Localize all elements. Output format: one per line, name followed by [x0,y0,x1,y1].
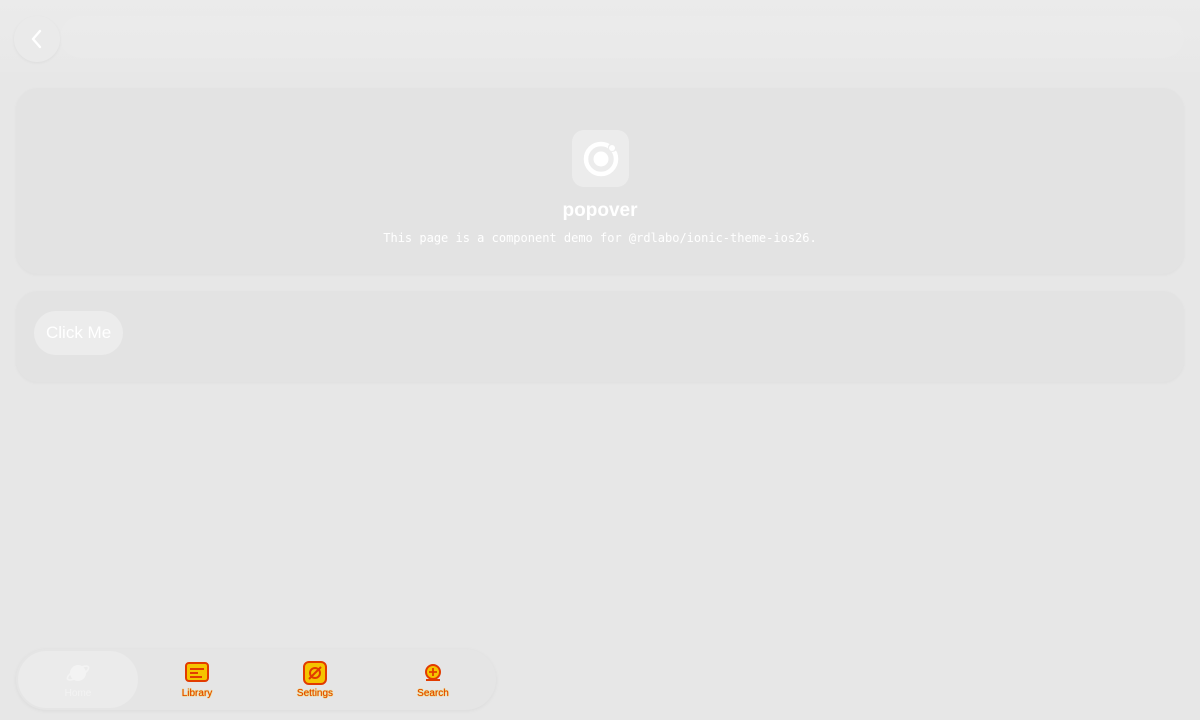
tab-label: Settings [296,687,334,699]
content-card: Click Me [16,291,1184,382]
tab-library[interactable]: Library [137,651,257,708]
tab-label: Search [417,687,449,699]
back-button[interactable] [14,16,60,62]
tab-label: Home [64,687,92,699]
toolbar-title-area [60,16,1184,58]
search-icon [425,663,441,681]
hero-card: popover This page is a component demo fo… [16,88,1184,274]
library-icon [185,661,209,682]
click-me-button[interactable]: Click Me [34,311,124,355]
tab-home[interactable]: Home [18,651,138,708]
tab-search[interactable]: Search [373,651,493,708]
app-root: popover This page is a component demo fo… [0,0,1200,720]
page-description: This page is a component demo for @rdlab… [383,231,817,245]
toolbar [0,0,1200,72]
ionic-logo-icon [572,130,629,187]
chevron-left-icon [31,29,42,49]
tab-settings[interactable]: Settings [255,651,375,708]
settings-icon [303,660,327,685]
page-title: popover [562,200,638,221]
tab-label: Library [181,687,213,699]
tab-bar: Home Library Settings Search [16,649,496,710]
planet-icon [66,664,90,681]
